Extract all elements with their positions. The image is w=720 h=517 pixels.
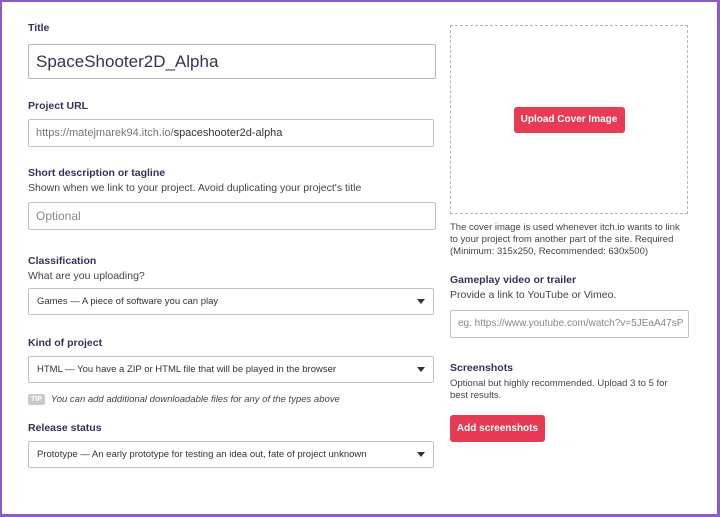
- title-label: Title: [28, 22, 50, 34]
- release-status-select[interactable]: Prototype — An early prototype for testi…: [28, 441, 434, 468]
- project-form-left-column: Title SpaceShooter2D_Alpha Project URL h…: [28, 22, 436, 468]
- project-form-right-column: Upload Cover Image The cover image is us…: [450, 25, 690, 443]
- project-url-prefix: https://matejmarek94.itch.io/: [36, 127, 174, 139]
- gameplay-video-placeholder: eg. https://www.youtube.com/watch?v=5JEa…: [458, 318, 684, 330]
- upload-cover-image-button[interactable]: Upload Cover Image: [513, 106, 625, 133]
- short-description-input[interactable]: Optional: [28, 202, 436, 230]
- title-value: SpaceShooter2D_Alpha: [36, 51, 219, 71]
- cover-image-help: The cover image is used whenever itch.io…: [450, 222, 690, 259]
- cover-image-dropzone[interactable]: Upload Cover Image: [450, 25, 688, 214]
- tip-badge: TIP: [28, 394, 45, 405]
- title-input[interactable]: SpaceShooter2D_Alpha: [28, 44, 436, 79]
- gameplay-video-label: Gameplay video or trailer: [450, 273, 577, 286]
- short-description-help: Shown when we link to your project. Avoi…: [28, 182, 362, 194]
- chevron-down-icon: [417, 452, 425, 457]
- tip-row: TIP You can add additional downloadable …: [28, 394, 436, 405]
- project-url-input[interactable]: https://matejmarek94.itch.io/spaceshoote…: [28, 119, 434, 147]
- kind-of-project-selected-value: HTML — You have a ZIP or HTML file that …: [37, 364, 337, 375]
- cover-image-help-line: (Minimum: 315x250, Recommended: 630x500): [450, 246, 649, 258]
- screenshots-help: Optional but highly recommended. Upload …: [450, 378, 690, 402]
- release-status-label: Release status: [28, 422, 102, 434]
- project-url-slug: spaceshooter2d-alpha: [173, 127, 283, 139]
- release-status-selected-value: Prototype — An early prototype for testi…: [37, 449, 367, 460]
- screenshots-help-line: Optional but highly recommended. Upload …: [450, 377, 668, 389]
- gameplay-video-help: Provide a link to YouTube or Vimeo.: [450, 288, 617, 301]
- tip-text: You can add additional downloadable file…: [50, 394, 340, 405]
- classification-selected-value: Games — A piece of software you can play: [37, 296, 219, 307]
- kind-of-project-label: Kind of project: [28, 337, 103, 349]
- chevron-down-icon: [417, 299, 425, 304]
- screenshots-label: Screenshots: [450, 361, 514, 374]
- short-description-label: Short description or tagline: [28, 167, 166, 179]
- kind-of-project-select[interactable]: HTML — You have a ZIP or HTML file that …: [28, 356, 434, 383]
- classification-label: Classification: [28, 255, 97, 267]
- classification-help: What are you uploading?: [28, 270, 145, 282]
- screenshots-help-line: best results.: [450, 389, 502, 401]
- classification-select[interactable]: Games — A piece of software you can play: [28, 288, 434, 315]
- cover-image-help-line: The cover image is used whenever itch.io…: [450, 222, 680, 233]
- chevron-down-icon: [417, 367, 425, 372]
- project-url-label: Project URL: [28, 100, 89, 112]
- cover-image-help-line: to your project from another part of the…: [450, 234, 674, 246]
- short-description-placeholder: Optional: [36, 209, 81, 223]
- gameplay-video-input[interactable]: eg. https://www.youtube.com/watch?v=5JEa…: [450, 309, 689, 338]
- add-screenshots-button[interactable]: Add screenshots: [450, 415, 545, 443]
